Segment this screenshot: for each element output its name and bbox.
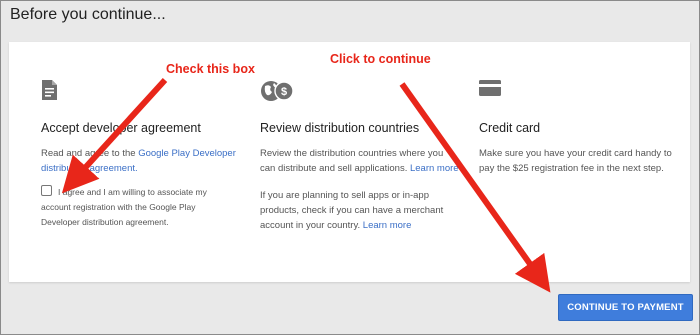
check-box-annotation: Check this box [166,62,255,76]
agreement-description: Read and agree to the Google Play Develo… [41,146,236,176]
credit-card-description: Make sure you have your credit card hand… [479,148,672,174]
credit-card-icon [479,80,501,101]
globe-dollar-icon: $ [260,80,294,107]
requirements-card: Accept developer agreement Read and agre… [9,42,690,282]
continue-to-payment-button[interactable]: CONTINUE TO PAYMENT [558,294,693,321]
distribution-description: Review the distribution countries where … [260,146,460,233]
agree-label[interactable]: I agree and I am willing to associate my… [41,185,221,230]
agreement-title: Accept developer agreement [41,121,201,135]
distribution-title: Review distribution countries [260,121,420,135]
learn-more-link-1[interactable]: Learn more [410,163,459,174]
learn-more-link-2[interactable]: Learn more [363,220,412,231]
dialog-title: Before you continue... [10,6,166,23]
svg-text:$: $ [281,86,287,98]
distribution-text-2: If you are planning to sell apps or in-a… [260,190,444,231]
click-continue-annotation: Click to continue [330,52,431,66]
credit-card-title: Credit card [479,121,541,135]
document-icon [41,80,57,105]
agreement-text: Read and agree to the [41,148,139,159]
